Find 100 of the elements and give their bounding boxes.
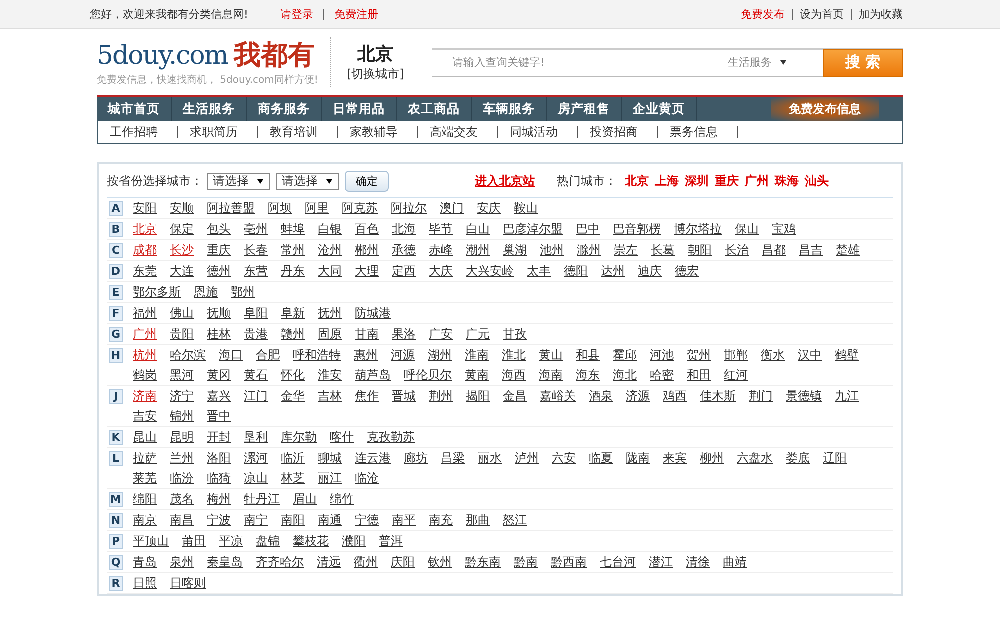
city-link[interactable]: 长葛	[651, 240, 675, 260]
city-link[interactable]: 林芝	[281, 468, 305, 488]
city-link[interactable]: 承德	[392, 240, 416, 260]
city-link[interactable]: 达州	[601, 261, 625, 281]
city-link[interactable]: 甘南	[355, 324, 379, 344]
city-link[interactable]: 喀什	[330, 427, 354, 447]
city-link[interactable]: 晋城	[392, 386, 416, 406]
city-link[interactable]: 杭州	[133, 345, 157, 365]
city-link[interactable]: 临汾	[170, 468, 194, 488]
city-link[interactable]: 垦利	[244, 427, 268, 447]
city-link[interactable]: 汉中	[798, 345, 822, 365]
city-link[interactable]: 吉安	[133, 406, 157, 426]
city-link[interactable]: 大同	[318, 261, 342, 281]
city-link[interactable]: 哈密	[650, 365, 674, 385]
city-link[interactable]: 那曲	[466, 510, 490, 530]
top-link[interactable]: 免费注册	[323, 8, 388, 20]
city-link[interactable]: 廊坊	[404, 448, 428, 468]
subnav-link[interactable]: 教育培训	[258, 126, 338, 138]
city-link[interactable]: 凉山	[244, 468, 268, 488]
city-link[interactable]: 成都	[133, 240, 157, 260]
city-link[interactable]: 曲靖	[723, 552, 747, 572]
city-link[interactable]: 赤峰	[429, 240, 453, 260]
city-link[interactable]: 百色	[355, 219, 379, 239]
city-link[interactable]: 金华	[281, 386, 305, 406]
city-link[interactable]: 安顺	[170, 198, 194, 218]
city-link[interactable]: 泉州	[170, 552, 194, 572]
city-link[interactable]: 衡水	[761, 345, 785, 365]
city-link[interactable]: 广州	[133, 324, 157, 344]
city-link[interactable]: 海口	[219, 345, 243, 365]
nav-tab[interactable]: 房产租售	[547, 97, 622, 121]
city-link[interactable]: 呼和浩特	[293, 345, 341, 365]
city-link[interactable]: 安阳	[133, 198, 157, 218]
city-link[interactable]: 日喀则	[170, 573, 206, 593]
city-link[interactable]: 鹤壁	[835, 345, 859, 365]
city-link[interactable]: 太丰	[527, 261, 551, 281]
city-link[interactable]: 丽江	[318, 468, 342, 488]
city-link[interactable]: 迪庆	[638, 261, 662, 281]
hot-city-link[interactable]: 北京	[625, 172, 649, 190]
city-link[interactable]: 临沂	[281, 448, 305, 468]
city-link[interactable]: 白银	[318, 219, 342, 239]
city-link[interactable]: 临猗	[207, 468, 231, 488]
city-link[interactable]: 淮南	[465, 345, 489, 365]
city-link[interactable]: 红河	[724, 365, 748, 385]
city-link[interactable]: 东营	[244, 261, 268, 281]
city-link[interactable]: 惠州	[354, 345, 378, 365]
city-link[interactable]: 宁波	[207, 510, 231, 530]
city-link[interactable]: 黄冈	[207, 365, 231, 385]
enter-city-link[interactable]: 进入北京站	[475, 172, 535, 190]
city-link[interactable]: 贺州	[687, 345, 711, 365]
city-link[interactable]: 黔东南	[465, 552, 501, 572]
city-link[interactable]: 昆明	[170, 427, 194, 447]
city-link[interactable]: 固原	[318, 324, 342, 344]
city-link[interactable]: 九江	[835, 386, 859, 406]
city-link[interactable]: 巴音郭楞	[613, 219, 661, 239]
city-link[interactable]: 海南	[539, 365, 563, 385]
city-link[interactable]: 北海	[392, 219, 416, 239]
city-link[interactable]: 鹤岗	[133, 365, 157, 385]
city-link[interactable]: 长春	[244, 240, 268, 260]
city-link[interactable]: 南阳	[281, 510, 305, 530]
city-link[interactable]: 湖州	[428, 345, 452, 365]
city-link[interactable]: 大理	[355, 261, 379, 281]
city-link[interactable]: 潜江	[649, 552, 673, 572]
city-link[interactable]: 安庆	[477, 198, 501, 218]
city-link[interactable]: 黔南	[514, 552, 538, 572]
city-link[interactable]: 南昌	[170, 510, 194, 530]
city-link[interactable]: 库尔勒	[281, 427, 317, 447]
city-link[interactable]: 郴州	[355, 240, 379, 260]
city-link[interactable]: 阿坝	[268, 198, 292, 218]
city-link[interactable]: 秦皇岛	[207, 552, 243, 572]
city-link[interactable]: 青岛	[133, 552, 157, 572]
city-link[interactable]: 昆山	[133, 427, 157, 447]
city-link[interactable]: 抚顺	[207, 303, 231, 323]
city-link[interactable]: 福州	[133, 303, 157, 323]
city-link[interactable]: 白山	[466, 219, 490, 239]
city-link[interactable]: 长沙	[170, 240, 194, 260]
city-link[interactable]: 重庆	[207, 240, 231, 260]
city-link[interactable]: 柳州	[700, 448, 724, 468]
city-link[interactable]: 酒泉	[589, 386, 613, 406]
city-link[interactable]: 蚌埠	[281, 219, 305, 239]
city-link[interactable]: 海西	[502, 365, 526, 385]
city-link[interactable]: 茂名	[170, 489, 194, 509]
city-link[interactable]: 辽阳	[823, 448, 847, 468]
city-link[interactable]: 六安	[552, 448, 576, 468]
city-link[interactable]: 邯郸	[724, 345, 748, 365]
city-link[interactable]: 合肥	[256, 345, 280, 365]
city-link[interactable]: 济源	[626, 386, 650, 406]
city-link[interactable]: 保定	[170, 219, 194, 239]
city-link[interactable]: 黄南	[465, 365, 489, 385]
hot-city-link[interactable]: 广州	[745, 172, 769, 190]
city-link[interactable]: 霍邱	[613, 345, 637, 365]
city-link[interactable]: 黑河	[170, 365, 194, 385]
city-link[interactable]: 拉萨	[133, 448, 157, 468]
city-link[interactable]: 滁州	[577, 240, 601, 260]
city-link[interactable]: 防城港	[355, 303, 391, 323]
city-link[interactable]: 南宁	[244, 510, 268, 530]
city-link[interactable]: 焦作	[355, 386, 379, 406]
city-link[interactable]: 抚州	[318, 303, 342, 323]
city-link[interactable]: 南平	[392, 510, 416, 530]
city-link[interactable]: 锦州	[170, 406, 194, 426]
city-link[interactable]: 常州	[281, 240, 305, 260]
